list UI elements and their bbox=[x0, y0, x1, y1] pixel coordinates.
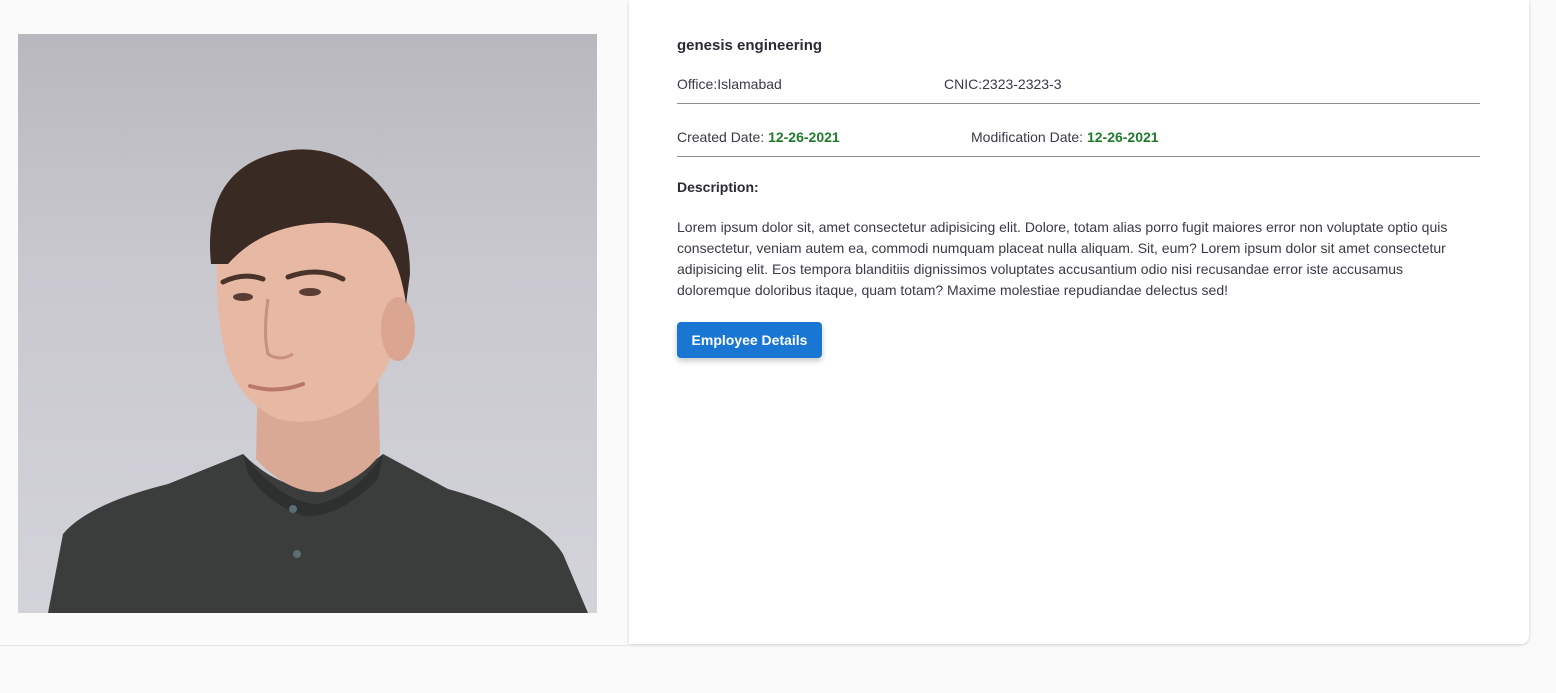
description-label: Description: bbox=[677, 179, 759, 195]
employee-card: genesis engineering Office:Islamabad CNI… bbox=[629, 0, 1529, 644]
cnic-label: CNIC: bbox=[944, 76, 983, 92]
office-field: Office:Islamabad bbox=[677, 76, 782, 92]
employee-details-button[interactable]: Employee Details bbox=[677, 322, 822, 358]
cnic-value: 2323-2323-3 bbox=[982, 76, 1062, 92]
dates-row: Created Date: 12-26-2021 Modification Da… bbox=[677, 129, 1480, 157]
photo-panel bbox=[0, 0, 629, 646]
description-text: Lorem ipsum dolor sit, amet consectetur … bbox=[677, 219, 1448, 298]
office-label: Office: bbox=[677, 76, 718, 92]
employee-photo bbox=[18, 34, 597, 613]
company-name: genesis engineering bbox=[677, 37, 823, 54]
modification-date-label: Modification Date: bbox=[971, 129, 1084, 145]
office-cnic-row: Office:Islamabad CNIC:2323-2323-3 bbox=[677, 76, 1480, 104]
modification-date-value: 12-26-2021 bbox=[1086, 129, 1159, 145]
office-value: Islamabad bbox=[717, 76, 782, 92]
created-date-label: Created Date: bbox=[677, 129, 765, 145]
modification-date-field: Modification Date: 12-26-2021 bbox=[971, 129, 1159, 145]
created-date-field: Created Date: 12-26-2021 bbox=[677, 129, 840, 145]
created-date-value: 12-26-2021 bbox=[768, 129, 840, 145]
cnic-field: CNIC:2323-2323-3 bbox=[944, 76, 1062, 92]
